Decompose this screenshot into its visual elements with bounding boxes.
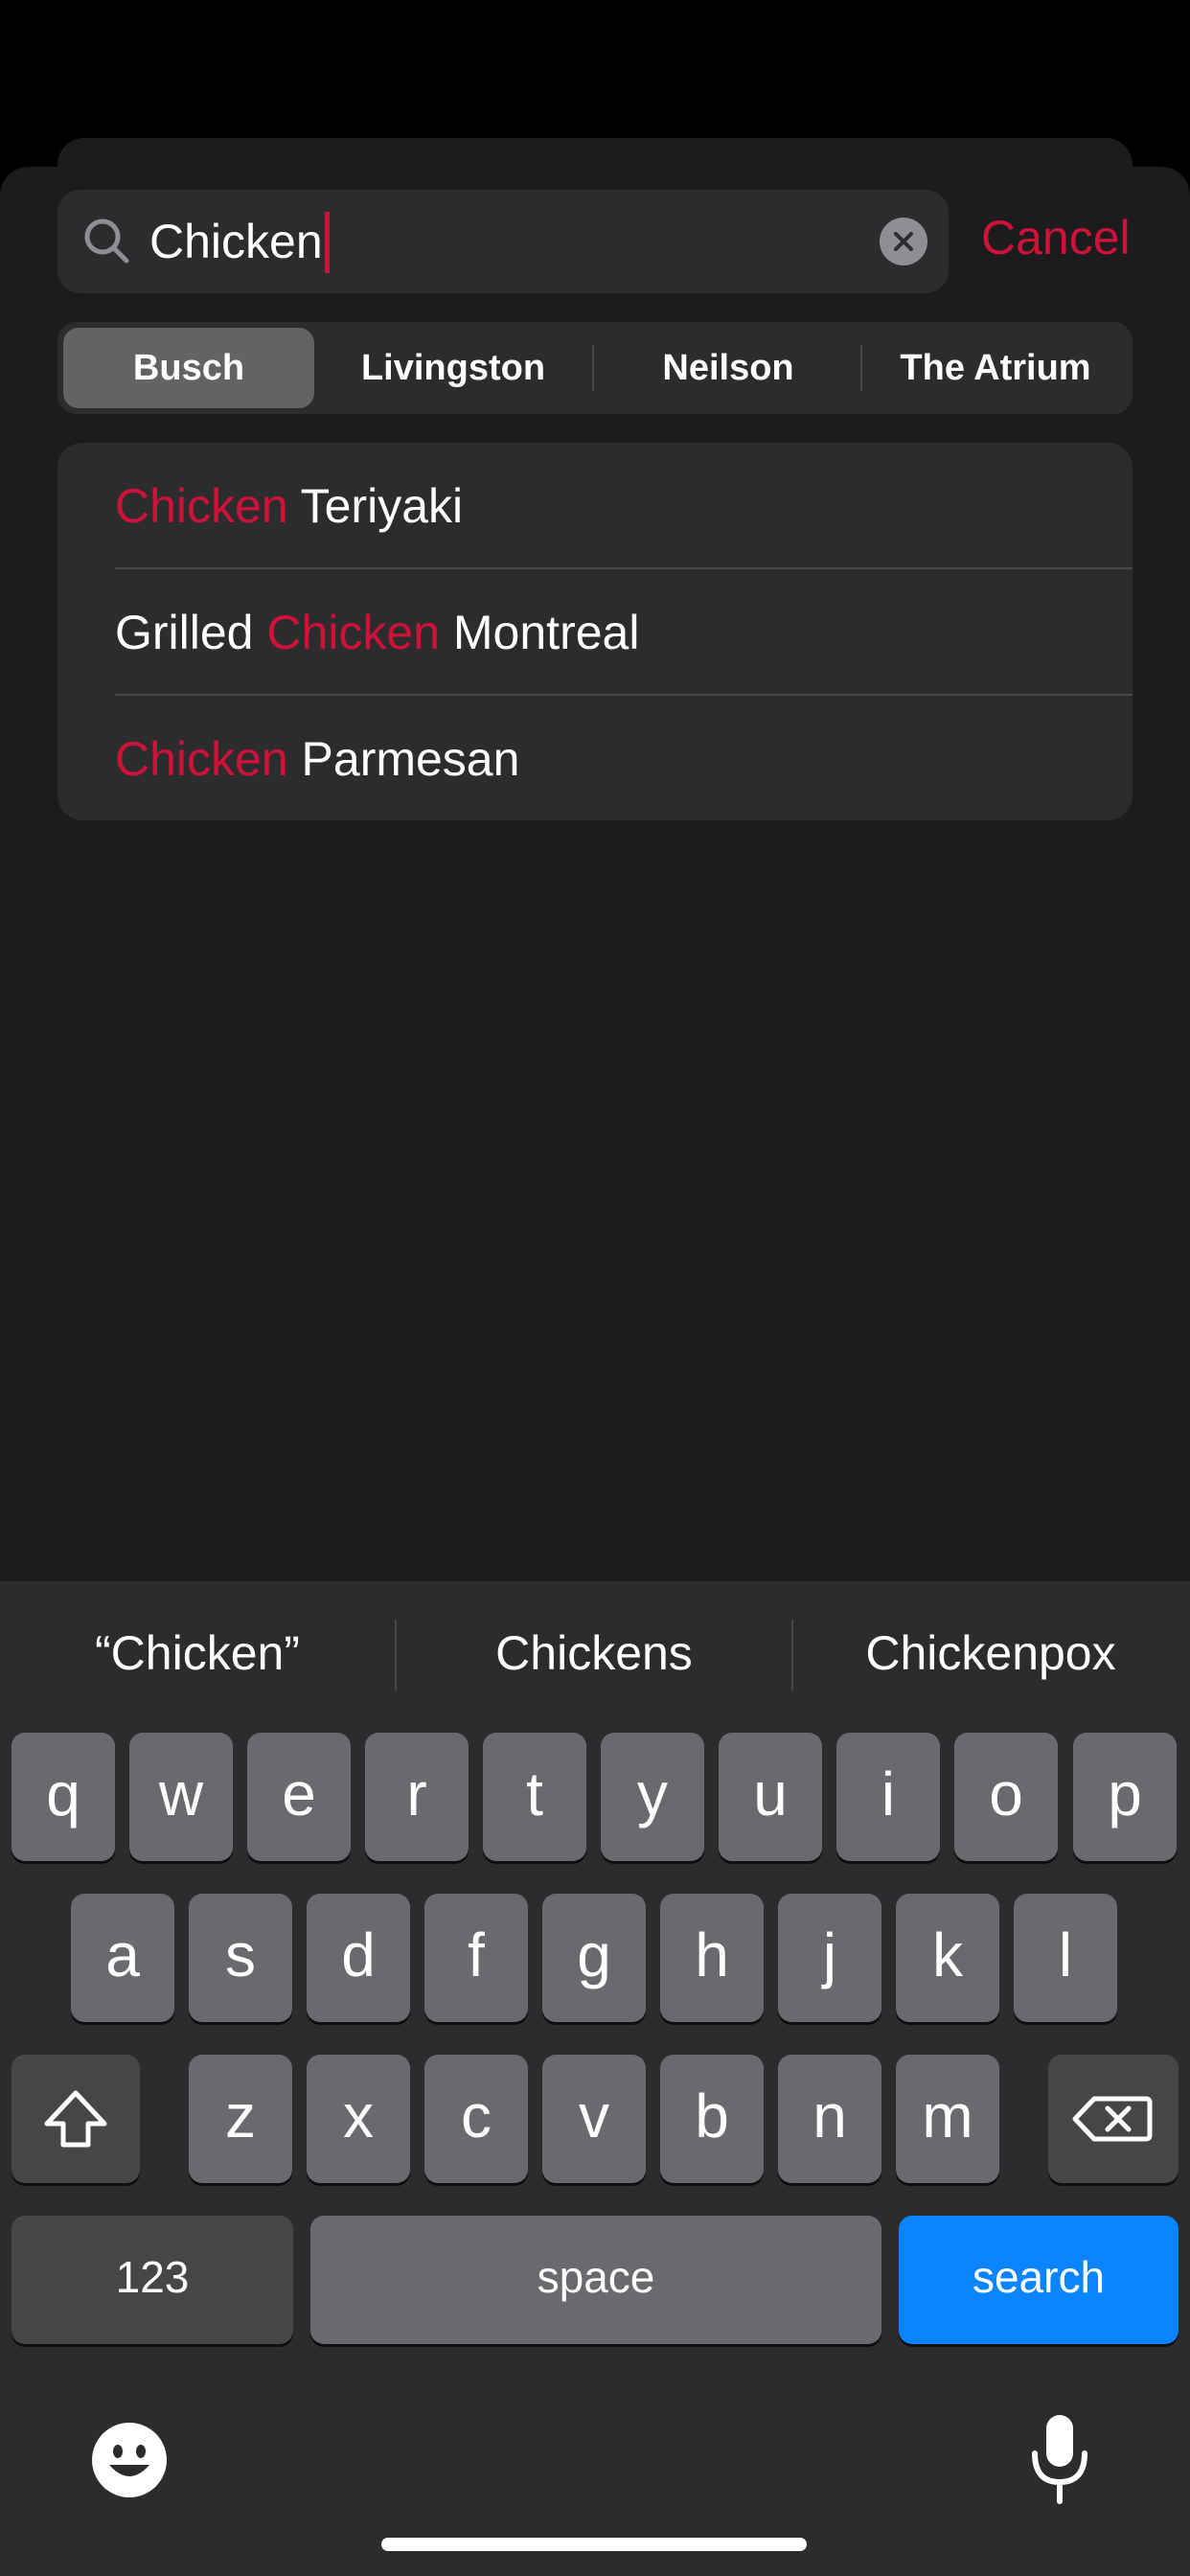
key-p[interactable]: p bbox=[1073, 1733, 1177, 1861]
suggestion-2[interactable]: Chickens bbox=[397, 1581, 791, 1725]
key-j[interactable]: j bbox=[778, 1894, 881, 2022]
home-indicator bbox=[381, 2538, 807, 2551]
key-y[interactable]: y bbox=[601, 1733, 704, 1861]
key-b[interactable]: b bbox=[660, 2055, 764, 2183]
match-highlight: Chicken bbox=[115, 732, 288, 786]
key-d[interactable]: d bbox=[307, 1894, 410, 2022]
shift-key[interactable] bbox=[11, 2055, 140, 2183]
key-g[interactable]: g bbox=[542, 1894, 646, 2022]
search-key[interactable]: search bbox=[899, 2216, 1179, 2344]
key-q[interactable]: q bbox=[11, 1733, 115, 1861]
segment-divider bbox=[592, 345, 594, 391]
segment-the-atrium[interactable]: The Atrium bbox=[864, 328, 1127, 408]
text-caret bbox=[324, 211, 330, 273]
key-c[interactable]: c bbox=[424, 2055, 528, 2183]
key-l[interactable]: l bbox=[1014, 1894, 1117, 2022]
key-r[interactable]: r bbox=[365, 1733, 469, 1861]
backspace-icon bbox=[1072, 2096, 1153, 2142]
emoji-icon[interactable] bbox=[90, 2421, 169, 2499]
search-query: Chicken bbox=[149, 190, 330, 293]
list-item[interactable]: Chicken Teriyaki bbox=[57, 443, 1133, 569]
space-key[interactable]: space bbox=[310, 2216, 881, 2344]
segment-livingston[interactable]: Livingston bbox=[328, 328, 579, 408]
key-a[interactable]: a bbox=[71, 1894, 174, 2022]
key-x[interactable]: x bbox=[307, 2055, 410, 2183]
keyboard: “Chicken” Chickens Chickenpox q w e r t … bbox=[0, 1581, 1190, 2576]
numbers-key[interactable]: 123 bbox=[11, 2216, 293, 2344]
clear-icon[interactable] bbox=[880, 218, 927, 265]
segment-busch[interactable]: Busch bbox=[63, 328, 314, 408]
search-results-list: Chicken Teriyaki Grilled Chicken Montrea… bbox=[57, 443, 1133, 820]
match-highlight: Chicken bbox=[115, 479, 288, 533]
key-s[interactable]: s bbox=[189, 1894, 292, 2022]
cancel-button[interactable]: Cancel bbox=[981, 190, 1131, 286]
suggestion-1[interactable]: “Chicken” bbox=[0, 1581, 395, 1725]
list-item[interactable]: Chicken Parmesan bbox=[57, 696, 1133, 820]
dining-hall-segmented-control: Busch Livingston Neilson The Atrium bbox=[57, 322, 1133, 414]
key-k[interactable]: k bbox=[896, 1894, 999, 2022]
shift-icon bbox=[44, 2090, 107, 2148]
microphone-icon[interactable] bbox=[1027, 2411, 1092, 2507]
result-label: Grilled Chicken Montreal bbox=[115, 606, 640, 659]
list-item[interactable]: Grilled Chicken Montreal bbox=[57, 569, 1133, 696]
key-h[interactable]: h bbox=[660, 1894, 764, 2022]
search-input[interactable]: Chicken bbox=[57, 190, 949, 293]
key-z[interactable]: z bbox=[189, 2055, 292, 2183]
result-label: Chicken Teriyaki bbox=[115, 479, 464, 533]
key-o[interactable]: o bbox=[954, 1733, 1058, 1861]
key-i[interactable]: i bbox=[836, 1733, 940, 1861]
backspace-key[interactable] bbox=[1048, 2055, 1179, 2183]
match-highlight: Chicken bbox=[266, 606, 441, 659]
search-icon bbox=[84, 218, 129, 264]
key-n[interactable]: n bbox=[778, 2055, 881, 2183]
key-m[interactable]: m bbox=[896, 2055, 999, 2183]
suggestion-3[interactable]: Chickenpox bbox=[793, 1581, 1188, 1725]
result-label: Chicken Parmesan bbox=[115, 732, 520, 786]
segment-divider bbox=[860, 345, 862, 391]
segment-neilson[interactable]: Neilson bbox=[596, 328, 860, 408]
key-u[interactable]: u bbox=[719, 1733, 822, 1861]
key-t[interactable]: t bbox=[483, 1733, 586, 1861]
key-v[interactable]: v bbox=[542, 2055, 646, 2183]
key-w[interactable]: w bbox=[129, 1733, 233, 1861]
key-e[interactable]: e bbox=[247, 1733, 351, 1861]
key-f[interactable]: f bbox=[424, 1894, 528, 2022]
